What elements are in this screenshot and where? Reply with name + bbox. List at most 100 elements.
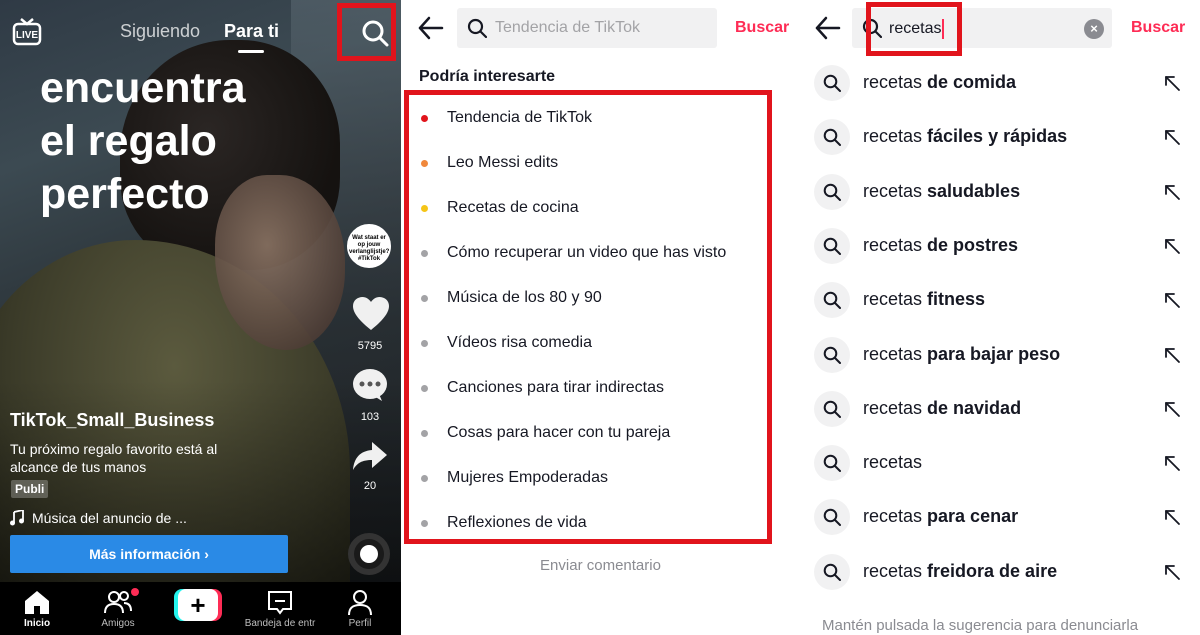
suggestion-item[interactable]: Leo Messi edits — [421, 151, 558, 175]
nav-home[interactable]: Inicio — [0, 582, 77, 635]
create-button[interactable]: + — [174, 589, 222, 621]
fill-query-arrow-icon[interactable] — [1162, 236, 1182, 256]
suggestion-dot-icon — [421, 294, 428, 302]
music-label: Música del anuncio de ... — [32, 510, 187, 526]
search-icon — [823, 183, 841, 201]
nav-label: Inicio — [23, 618, 51, 629]
fill-query-arrow-icon[interactable] — [1162, 399, 1182, 419]
autocomplete-item[interactable]: recetas para bajar peso — [814, 335, 1186, 375]
autocomplete-base: recetas — [863, 234, 923, 255]
suggestion-item[interactable]: Tendencia de TikTok — [421, 106, 592, 130]
nav-friends[interactable]: Amigos — [78, 582, 158, 635]
suggestion-dot-icon — [421, 429, 428, 437]
back-arrow-icon[interactable] — [417, 14, 445, 42]
heart-icon[interactable] — [352, 296, 390, 332]
send-feedback-link[interactable]: Enviar comentario — [401, 557, 800, 574]
suggestion-item[interactable]: Vídeos risa comedia — [421, 331, 592, 355]
suggestion-dot-icon — [421, 159, 428, 167]
more-info-button[interactable]: Más información › — [10, 535, 288, 573]
autocomplete-suffix: para bajar peso — [922, 343, 1061, 364]
query-highlight-box — [866, 2, 962, 56]
suggestion-dot-icon — [421, 339, 428, 347]
search-placeholder: Tendencia de TikTok — [495, 19, 640, 36]
suggestion-item[interactable]: Canciones para tirar indirectas — [421, 376, 664, 400]
suggestion-search-icon-bg — [814, 445, 850, 482]
autocomplete-item[interactable]: recetas de postres — [814, 226, 1186, 266]
suggestion-item[interactable]: Mujeres Empoderadas — [421, 466, 608, 490]
suggestion-dot-icon — [421, 249, 428, 257]
search-icon — [823, 128, 841, 147]
create-icon: + — [178, 589, 218, 621]
autocomplete-item[interactable]: recetas saludables — [814, 172, 1186, 212]
search-input[interactable]: Tendencia de TikTok — [457, 8, 717, 48]
suggestion-item[interactable]: Cosas para hacer con tu pareja — [421, 421, 670, 445]
back-arrow-icon[interactable] — [814, 14, 842, 42]
live-label[interactable]: LIVE — [12, 30, 42, 41]
suggestion-label: Cosas para hacer con tu pareja — [447, 424, 671, 441]
headline-line: el regalo — [40, 117, 217, 165]
suggestion-dot-icon — [421, 384, 428, 392]
autocomplete-item[interactable]: recetas freidora de aire — [814, 552, 1186, 592]
fill-query-arrow-icon[interactable] — [1162, 127, 1182, 147]
share-icon[interactable] — [352, 440, 388, 472]
autocomplete-base: recetas — [863, 560, 923, 581]
music-row[interactable]: Música del anuncio de ... — [10, 510, 187, 526]
search-button[interactable]: Buscar — [1131, 19, 1185, 37]
suggestion-label: Tendencia de TikTok — [447, 109, 592, 126]
fill-query-arrow-icon[interactable] — [1162, 73, 1182, 93]
comment-icon[interactable] — [352, 368, 388, 402]
creator-avatar[interactable]: Wat staat er op jouw verlanglijstje? #Ti… — [347, 224, 391, 268]
suggestion-item[interactable]: Cómo recuperar un video que has visto — [421, 241, 726, 265]
suggestion-search-icon-bg — [814, 227, 850, 264]
fill-query-arrow-icon[interactable] — [1162, 562, 1182, 582]
video-headline: encuentra el regalo perfecto — [40, 62, 246, 221]
fill-query-arrow-icon[interactable] — [1162, 290, 1182, 310]
autocomplete-suffix: de navidad — [922, 397, 1022, 418]
autocomplete-base: recetas — [863, 289, 923, 310]
autocomplete-suffix: para cenar — [922, 506, 1019, 527]
search-icon — [823, 74, 841, 92]
suggestion-label: Mujeres Empoderadas — [447, 469, 608, 486]
suggestion-label: Vídeos risa comedia — [447, 334, 592, 351]
clear-icon[interactable]: × — [1084, 19, 1104, 39]
fill-query-arrow-icon[interactable] — [1162, 507, 1182, 527]
suggestion-search-icon-bg — [814, 553, 850, 590]
autocomplete-base: recetas — [863, 180, 923, 201]
fill-query-arrow-icon[interactable] — [1162, 345, 1182, 365]
autocomplete-item[interactable]: recetas de comida — [814, 63, 1186, 103]
autocomplete-item[interactable]: recetas para cenar — [814, 497, 1186, 537]
nav-label: Perfil — [348, 618, 372, 629]
suggestion-label: Cómo recuperar un video que has visto — [447, 244, 727, 261]
suggestion-label: Reflexiones de vida — [447, 514, 587, 531]
tab-following[interactable]: Siguiendo — [120, 21, 200, 42]
search-icon — [823, 400, 841, 418]
tab-for-you[interactable]: Para ti — [224, 21, 279, 42]
autocomplete-item[interactable]: recetas fitness — [814, 280, 1186, 320]
suggestion-item[interactable]: Música de los 80 y 90 — [421, 286, 602, 310]
search-icon — [823, 454, 841, 473]
autocomplete-label: recetas de navidad — [863, 398, 1021, 419]
search-button[interactable]: Buscar — [735, 19, 789, 37]
search-icon — [823, 563, 841, 581]
suggestion-dot-icon — [421, 519, 428, 527]
nav-profile[interactable]: Perfil — [320, 582, 400, 635]
suggestion-item[interactable]: Recetas de cocina — [421, 196, 579, 220]
autocomplete-suffix: fitness — [922, 289, 986, 310]
autocomplete-base: recetas — [863, 343, 923, 364]
fill-query-arrow-icon[interactable] — [1162, 182, 1182, 202]
suggestion-item[interactable]: Reflexiones de vida — [421, 511, 587, 535]
nav-inbox[interactable]: Bandeja de entr — [240, 582, 320, 635]
music-disc-icon[interactable] — [348, 533, 390, 575]
creator-username[interactable]: TikTok_Small_Business — [10, 410, 214, 431]
fill-query-arrow-icon[interactable] — [1162, 453, 1182, 473]
autocomplete-item[interactable]: recetas de navidad — [814, 389, 1186, 429]
autocomplete-item[interactable]: recetas fáciles y rápidas — [814, 117, 1186, 157]
comments-count: 103 — [360, 411, 380, 423]
bottom-nav: Inicio Amigos + Bandeja de entr Perfil — [0, 582, 401, 635]
search-highlight-box — [337, 3, 396, 61]
search-icon — [823, 509, 841, 527]
suggestion-label: Leo Messi edits — [447, 154, 559, 171]
autocomplete-item[interactable]: recetas — [814, 443, 1186, 483]
autocomplete-label: recetas saludables — [863, 181, 1020, 202]
autocomplete-base: recetas — [863, 506, 923, 527]
